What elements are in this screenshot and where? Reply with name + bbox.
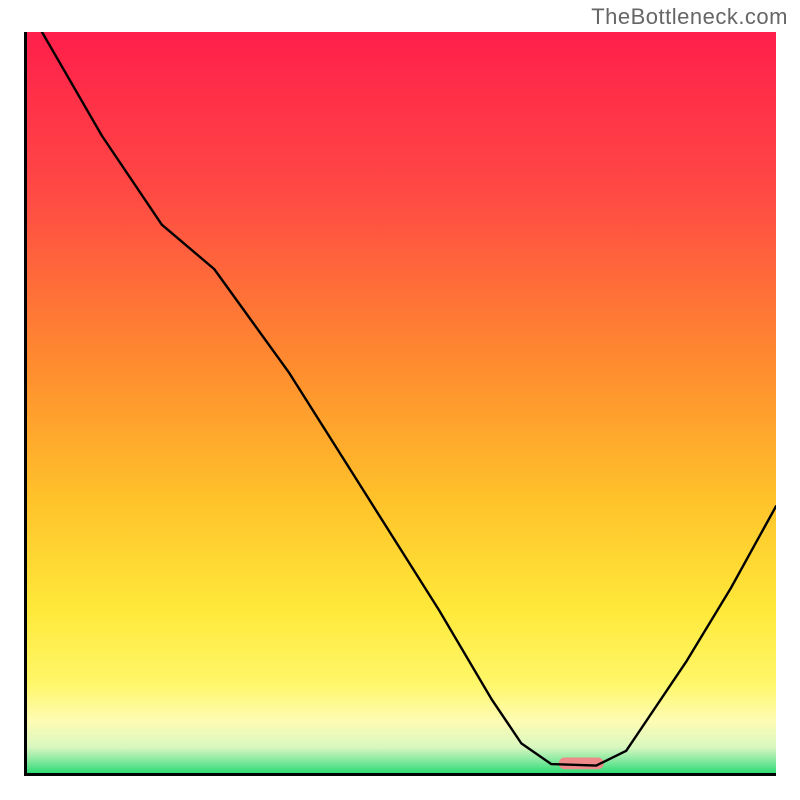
- plot-area: [24, 32, 776, 776]
- chart-frame: TheBottleneck.com: [0, 0, 800, 800]
- plot-svg: [27, 32, 776, 773]
- optimal-indicator: [559, 757, 604, 769]
- gradient-background: [27, 32, 776, 773]
- watermark-text: TheBottleneck.com: [591, 4, 788, 30]
